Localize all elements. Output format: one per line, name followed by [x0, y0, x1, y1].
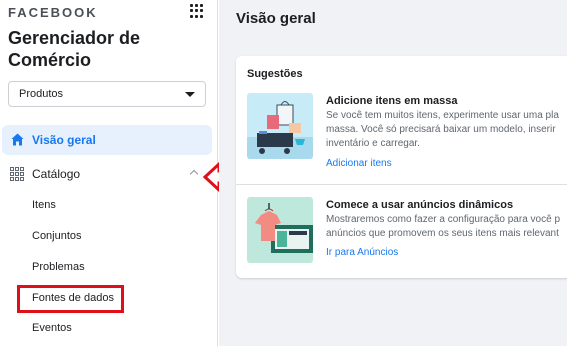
go-to-ads-link[interactable]: Ir para Anúncios: [326, 247, 398, 258]
dynamic-ads-illustration: [247, 197, 313, 263]
chevron-up-icon[interactable]: [189, 169, 199, 179]
add-items-link[interactable]: Adicionar itens: [326, 158, 392, 169]
description-line: Mostraremos como fazer a configuração pa…: [326, 214, 560, 225]
suggestions-card: Sugestões Adicione itens em massa Se voc…: [236, 56, 567, 278]
catalog-grid-icon: [10, 167, 24, 181]
highlight-box: [17, 285, 124, 313]
product-dropdown[interactable]: Produtos: [8, 81, 206, 107]
app-title: Gerenciador de Comércio: [8, 28, 141, 70]
nav-item-overview[interactable]: Visão geral: [2, 125, 212, 155]
facebook-logo: FACEBOOK: [8, 5, 98, 20]
nav-subitem-itens[interactable]: Itens: [32, 199, 56, 211]
suggestions-heading: Sugestões: [247, 68, 303, 80]
description-line: Se você tem muitos itens, experimente us…: [326, 110, 559, 121]
dropdown-value: Produtos: [19, 88, 64, 100]
suggestion-title: Comece a usar anúncios dinâmicos: [326, 199, 514, 211]
suggestion-title: Adicione itens em massa: [326, 95, 458, 107]
suggestion-description: Se você tem muitos itens, experimente us…: [326, 109, 567, 151]
page-title: Visão geral: [236, 10, 316, 27]
nav-item-catalog[interactable]: Catálogo: [2, 161, 212, 187]
description-line: massa. Você só precisará baixar um model…: [326, 124, 556, 135]
nav-subitem-conjuntos[interactable]: Conjuntos: [32, 230, 82, 242]
nav-subitem-problemas[interactable]: Problemas: [32, 261, 85, 273]
nav-item-catalog-label: Catálogo: [32, 167, 81, 181]
nav-item-overview-label: Visão geral: [32, 133, 96, 147]
main-content: Visão geral Sugestões Adicione itens em …: [219, 0, 567, 346]
nav-subitem-eventos[interactable]: Eventos: [32, 322, 72, 334]
home-icon: [11, 133, 24, 146]
divider: [236, 184, 567, 185]
description-line: inventário e carregar.: [326, 138, 420, 149]
description-line: anúncios que promovem os seus itens mais…: [326, 228, 559, 239]
bulk-items-illustration: [247, 93, 313, 159]
caret-down-icon: [185, 92, 195, 97]
suggestion-description: Mostraremos como fazer a configuração pa…: [326, 213, 567, 241]
apps-grid-icon[interactable]: [190, 4, 204, 18]
